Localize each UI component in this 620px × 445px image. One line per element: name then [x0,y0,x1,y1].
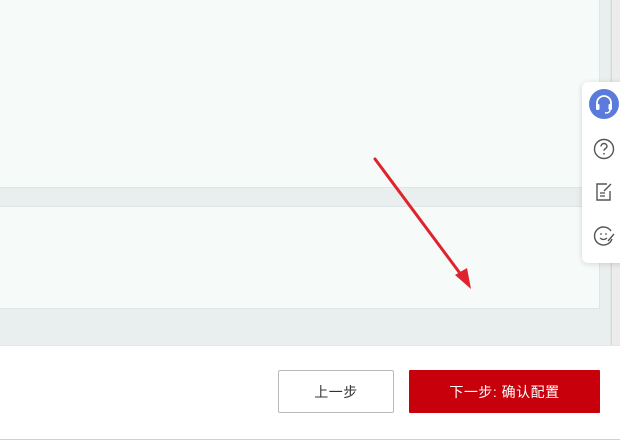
help-button[interactable] [586,131,620,167]
previous-step-button[interactable]: 上一步 [278,370,394,413]
satisfaction-button[interactable] [586,218,620,254]
online-service-button[interactable] [586,86,620,122]
config-panel-top [0,0,600,188]
satisfaction-icon [593,226,615,246]
config-panel-middle [0,206,600,309]
floating-help-toolbar [582,82,620,263]
help-icon [593,138,615,160]
feedback-edit-icon [596,183,612,201]
headset-icon [589,89,619,119]
bottom-divider [0,439,620,445]
feedback-button[interactable] [586,174,620,210]
next-step-confirm-config-button[interactable]: 下一步: 确认配置 [409,370,600,413]
panel-gap [0,188,610,206]
